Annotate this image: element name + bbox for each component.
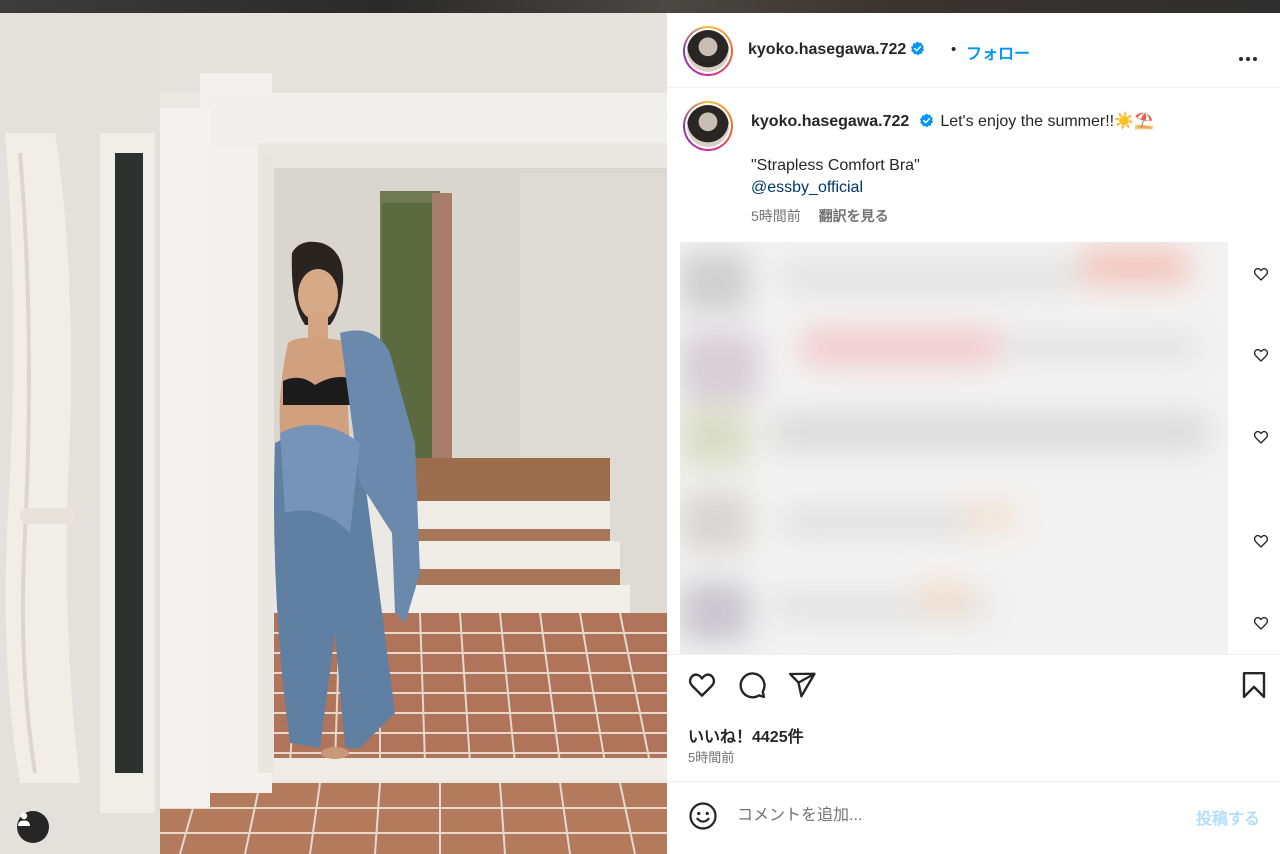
comment-like-heart-icon[interactable] xyxy=(1253,533,1269,549)
likes-count[interactable]: いいね！4425件 xyxy=(688,723,804,747)
bookmark-icon[interactable] xyxy=(1239,670,1269,700)
verified-badge-icon xyxy=(911,41,925,56)
user-tag-icon[interactable] xyxy=(17,811,49,843)
comment-like-heart-icon[interactable] xyxy=(1253,429,1269,445)
translate-button[interactable]: 翻訳を見る xyxy=(819,208,889,224)
post-actions: いいね！4425件 5時間前 xyxy=(667,654,1280,794)
post-timestamp: 5時間前 xyxy=(688,750,735,765)
caption-avatar[interactable] xyxy=(683,101,733,151)
post-comment-button[interactable]: 投稿する xyxy=(1196,805,1260,829)
verified-badge-icon xyxy=(920,113,934,128)
profile-avatar[interactable] xyxy=(683,26,733,76)
post-detail-panel: kyoko.hasegawa.722 • フォロー kyoko.hasegawa… xyxy=(667,13,1280,854)
more-options-icon[interactable] xyxy=(1239,48,1261,61)
caption-mention-link[interactable]: @essby_official xyxy=(751,177,1251,199)
caption-timestamp: 5時間前 xyxy=(751,208,801,224)
comment-input[interactable] xyxy=(737,804,1157,828)
post-photo[interactable] xyxy=(0,13,667,854)
share-icon[interactable] xyxy=(787,670,817,700)
post-caption: kyoko.hasegawa.722 Let's enjoy the summer… xyxy=(751,111,1251,199)
caption-username[interactable]: kyoko.hasegawa.722 xyxy=(751,113,909,130)
caption-product: "Strapless Comfort Bra" xyxy=(751,157,920,174)
comment-bar: 投稿する xyxy=(667,781,1280,854)
header-username[interactable]: kyoko.hasegawa.722 xyxy=(748,41,906,58)
comment-like-heart-icon[interactable] xyxy=(1253,266,1269,282)
caption-meta: 5時間前 翻訳を見る xyxy=(751,206,889,226)
separator-dot: • xyxy=(951,41,957,58)
caption-text: Let's enjoy the summer!!☀️⛱️ xyxy=(940,113,1154,130)
follow-button[interactable]: フォロー xyxy=(966,40,1030,64)
comment-icon[interactable] xyxy=(737,670,767,700)
heart-icon[interactable] xyxy=(687,670,717,700)
header-username-group: kyoko.hasegawa.722 xyxy=(748,41,925,59)
comment-like-heart-icon[interactable] xyxy=(1253,615,1269,631)
post-header: kyoko.hasegawa.722 • フォロー xyxy=(667,13,1280,88)
photo-illustration xyxy=(0,13,667,854)
adjacent-posts-strip xyxy=(0,0,1280,13)
comment-like-heart-icon[interactable] xyxy=(1253,347,1269,363)
emoji-icon[interactable] xyxy=(688,801,718,831)
comments-list-blurred xyxy=(680,242,1228,654)
